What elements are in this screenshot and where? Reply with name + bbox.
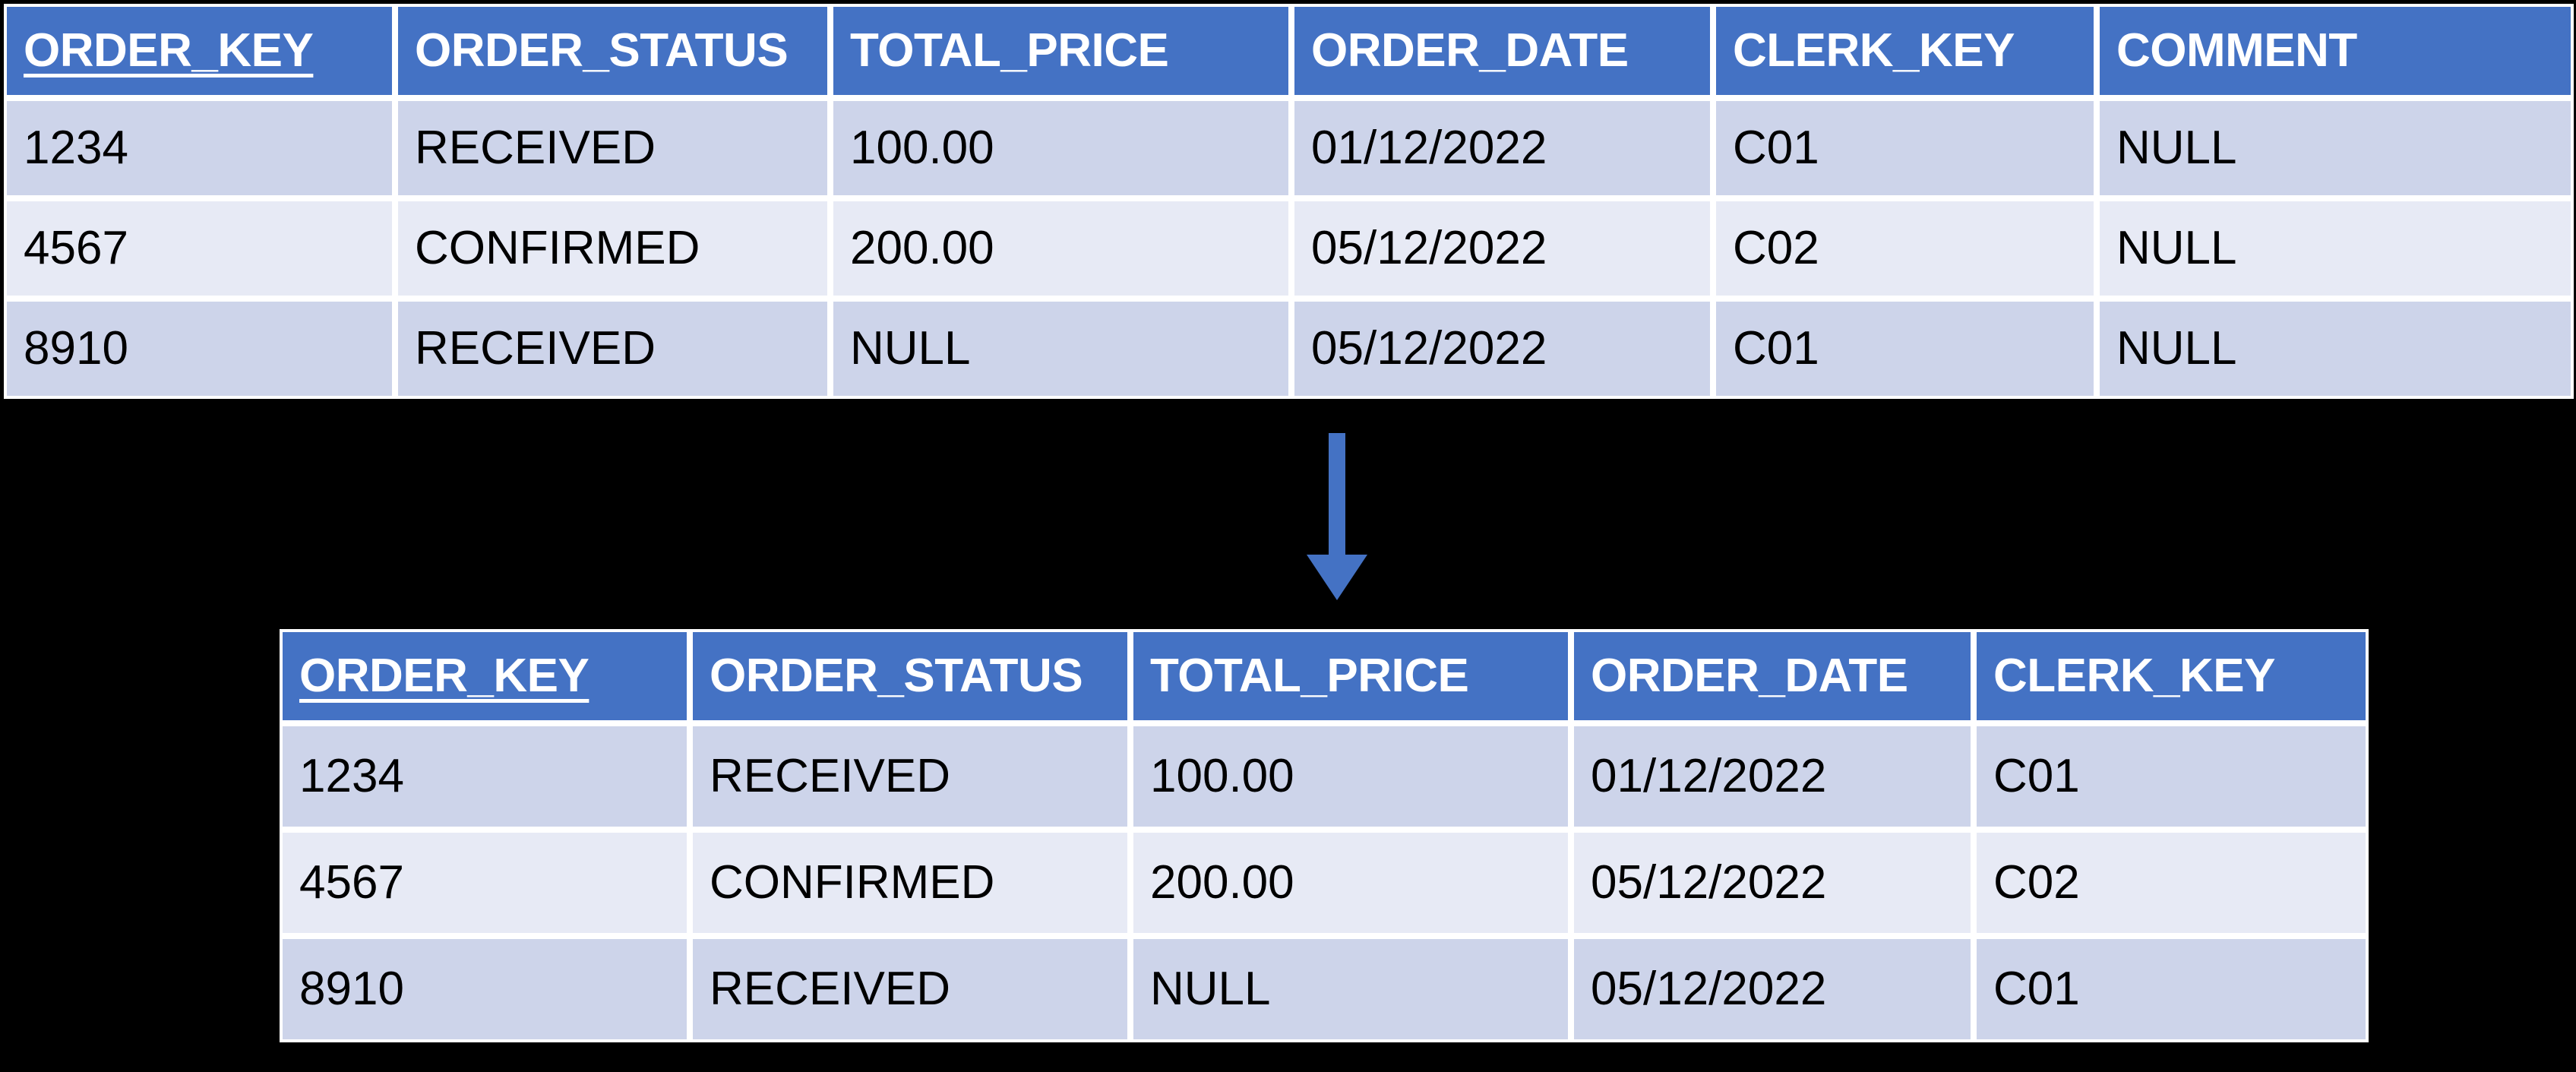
cell-order-date: 05/12/2022: [1291, 299, 1713, 399]
cell-order-date: 05/12/2022: [1571, 936, 1974, 1042]
cell-clerk-key: C02: [1974, 830, 2369, 936]
column-header-order-key[interactable]: ORDER_KEY: [280, 629, 690, 723]
column-header-label: ORDER_STATUS: [415, 24, 789, 77]
column-header-total-price[interactable]: TOTAL_PRICE: [1130, 629, 1571, 723]
column-header-order-key[interactable]: ORDER_KEY: [4, 4, 395, 98]
column-header-label: COMMENT: [2116, 24, 2357, 77]
cell-comment: NULL: [2097, 198, 2574, 299]
cell-clerk-key: C01: [1974, 936, 2369, 1042]
column-header-label: ORDER_KEY: [24, 24, 314, 77]
column-header-order-date[interactable]: ORDER_DATE: [1571, 629, 1974, 723]
cell-order-key: 4567: [280, 830, 690, 936]
column-header-label: CLERK_KEY: [1993, 650, 2276, 702]
column-header-label: TOTAL_PRICE: [850, 24, 1169, 77]
table-header-row: ORDER_KEY ORDER_STATUS TOTAL_PRICE ORDER…: [280, 629, 2369, 723]
table-row[interactable]: 4567 CONFIRMED 200.00 05/12/2022 C02 NUL…: [4, 198, 2574, 299]
table-row[interactable]: 8910 RECEIVED NULL 05/12/2022 C01 NULL: [4, 299, 2574, 399]
cell-order-status: RECEIVED: [395, 98, 830, 198]
cell-total-price: 200.00: [830, 198, 1291, 299]
column-header-label: ORDER_DATE: [1591, 650, 1908, 702]
cell-clerk-key: C01: [1713, 98, 2097, 198]
column-header-label: ORDER_KEY: [299, 650, 589, 702]
cell-order-status: RECEIVED: [690, 723, 1130, 830]
column-header-label: ORDER_DATE: [1311, 24, 1629, 77]
column-header-clerk-key[interactable]: CLERK_KEY: [1713, 4, 2097, 98]
cell-clerk-key: C02: [1713, 198, 2097, 299]
cell-clerk-key: C01: [1974, 723, 2369, 830]
source-table: ORDER_KEY ORDER_STATUS TOTAL_PRICE ORDER…: [4, 4, 2574, 399]
cell-comment: NULL: [2097, 299, 2574, 399]
cell-comment: NULL: [2097, 98, 2574, 198]
cell-order-status: RECEIVED: [690, 936, 1130, 1042]
column-header-clerk-key[interactable]: CLERK_KEY: [1974, 629, 2369, 723]
cell-order-key: 8910: [280, 936, 690, 1042]
cell-order-status: CONFIRMED: [690, 830, 1130, 936]
column-header-label: CLERK_KEY: [1733, 24, 2015, 77]
cell-total-price: NULL: [830, 299, 1291, 399]
cell-order-date: 05/12/2022: [1571, 830, 1974, 936]
cell-order-key: 1234: [4, 98, 395, 198]
cell-total-price: 200.00: [1130, 830, 1571, 936]
cell-order-key: 1234: [280, 723, 690, 830]
table-row[interactable]: 8910 RECEIVED NULL 05/12/2022 C01: [280, 936, 2369, 1042]
column-header-comment[interactable]: COMMENT: [2097, 4, 2574, 98]
cell-order-date: 05/12/2022: [1291, 198, 1713, 299]
table-row[interactable]: 4567 CONFIRMED 200.00 05/12/2022 C02: [280, 830, 2369, 936]
arrow-down-icon: [1307, 433, 1367, 600]
column-header-label: TOTAL_PRICE: [1150, 650, 1469, 702]
table-row[interactable]: 1234 RECEIVED 100.00 01/12/2022 C01: [280, 723, 2369, 830]
cell-total-price: NULL: [1130, 936, 1571, 1042]
column-header-label: ORDER_STATUS: [710, 650, 1083, 702]
cell-clerk-key: C01: [1713, 299, 2097, 399]
column-header-total-price[interactable]: TOTAL_PRICE: [830, 4, 1291, 98]
result-table: ORDER_KEY ORDER_STATUS TOTAL_PRICE ORDER…: [280, 629, 2369, 1042]
column-header-order-date[interactable]: ORDER_DATE: [1291, 4, 1713, 98]
cell-order-key: 8910: [4, 299, 395, 399]
cell-order-status: CONFIRMED: [395, 198, 830, 299]
table-row[interactable]: 1234 RECEIVED 100.00 01/12/2022 C01 NULL: [4, 98, 2574, 198]
column-header-order-status[interactable]: ORDER_STATUS: [395, 4, 830, 98]
cell-order-date: 01/12/2022: [1291, 98, 1713, 198]
cell-order-status: RECEIVED: [395, 299, 830, 399]
column-header-order-status[interactable]: ORDER_STATUS: [690, 629, 1130, 723]
cell-total-price: 100.00: [830, 98, 1291, 198]
cell-total-price: 100.00: [1130, 723, 1571, 830]
cell-order-key: 4567: [4, 198, 395, 299]
table-header-row: ORDER_KEY ORDER_STATUS TOTAL_PRICE ORDER…: [4, 4, 2574, 98]
cell-order-date: 01/12/2022: [1571, 723, 1974, 830]
